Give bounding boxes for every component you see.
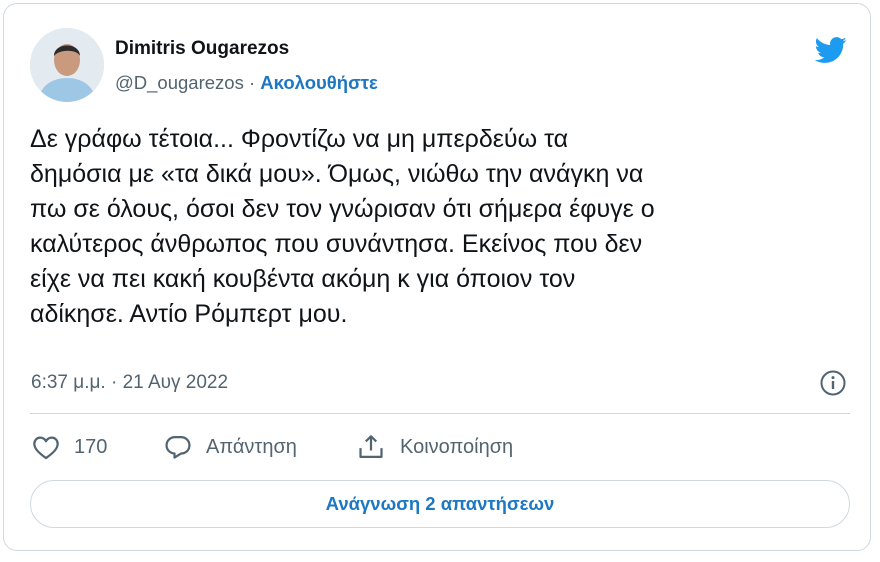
like-button[interactable]: 170 (32, 432, 107, 462)
share-upload-icon (359, 435, 383, 459)
handle-row: @D_ougarezos · Ακολουθήστε (115, 72, 378, 94)
tweet-timestamp[interactable]: 6:37 μ.μ. · 21 Αυγ 2022 (31, 372, 228, 394)
tweet-card: Dimitris Ougarezos @D_ougarezos · Ακολου… (3, 3, 871, 551)
share-label: Κοινοποίηση (400, 435, 514, 458)
avatar[interactable] (30, 28, 104, 102)
divider (30, 413, 850, 414)
tweet-text: Δε γράφω τέτοια... Φροντίζω να μη μπερδε… (30, 125, 655, 328)
handle-separator: · (243, 72, 261, 93)
reply-label: Απάντηση (206, 435, 297, 458)
twitter-bird-icon[interactable] (812, 34, 850, 66)
author-name[interactable]: Dimitris Ougarezos (115, 38, 289, 60)
follow-button[interactable]: Ακολουθήστε (260, 72, 378, 93)
like-count: 170 (74, 435, 108, 458)
reply-button[interactable]: Απάντηση (164, 432, 297, 462)
read-replies-label: Ανάγνωση 2 απαντήσεων (325, 493, 555, 514)
author-handle[interactable]: @D_ougarezos (115, 72, 244, 93)
heart-icon (33, 436, 59, 460)
read-replies-button[interactable]: Ανάγνωση 2 απαντήσεων (30, 480, 850, 528)
speech-bubble-icon (165, 435, 191, 459)
info-icon[interactable] (819, 369, 847, 397)
share-button[interactable]: Κοινοποίηση (356, 432, 513, 462)
